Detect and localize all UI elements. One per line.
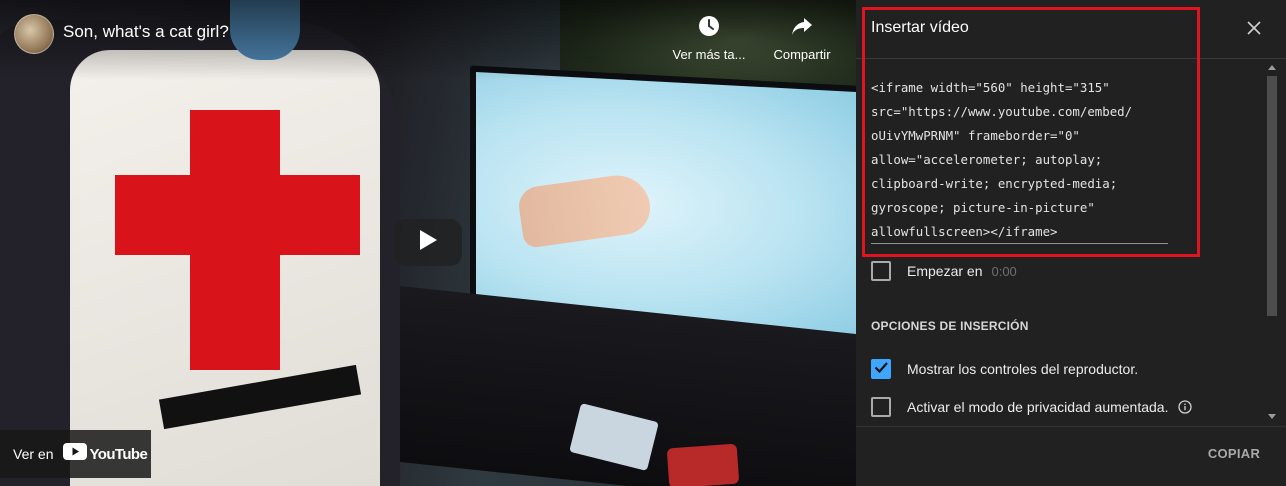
start-at-time-input[interactable]: 0:00 xyxy=(991,264,1016,279)
share-label: Compartir xyxy=(773,47,831,62)
privacy-mode-option: Activar el modo de privacidad aumentada. xyxy=(871,397,1193,417)
header-divider xyxy=(856,58,1286,59)
play-icon xyxy=(418,229,438,256)
youtube-play-icon xyxy=(63,443,88,465)
play-button[interactable] xyxy=(394,219,462,266)
video-player[interactable]: Son, what's a cat girl? Ver más ta... Co… xyxy=(0,0,856,486)
close-button[interactable] xyxy=(1240,16,1268,44)
scrollbar-thumb[interactable] xyxy=(1267,76,1277,316)
player-controls-checkbox[interactable] xyxy=(871,359,891,379)
youtube-wordmark: YouTube xyxy=(89,445,148,463)
player-controls-label: Mostrar los controles del reproductor. xyxy=(907,361,1139,377)
watch-on-youtube-button[interactable]: Ver en YouTube xyxy=(0,430,151,478)
watch-on-label: Ver en xyxy=(13,446,54,462)
info-icon[interactable] xyxy=(1178,400,1193,414)
watch-later-button[interactable]: Ver más ta... xyxy=(664,14,754,62)
embed-video-panel: Insertar vídeo <iframe width="560" heigh… xyxy=(856,0,1286,486)
scroll-down-arrow-icon[interactable] xyxy=(1265,410,1279,424)
video-frame-package xyxy=(666,443,740,486)
close-icon xyxy=(1246,20,1262,41)
watch-later-label: Ver más ta... xyxy=(672,47,746,62)
clock-icon xyxy=(697,14,721,43)
share-button[interactable]: Compartir xyxy=(757,14,847,62)
footer-divider xyxy=(856,426,1286,427)
video-frame-red-cross xyxy=(115,175,360,255)
channel-avatar[interactable] xyxy=(14,14,54,54)
video-title[interactable]: Son, what's a cat girl? xyxy=(63,22,229,42)
scroll-up-arrow-icon[interactable] xyxy=(1265,60,1279,74)
checkmark-icon xyxy=(873,359,889,380)
privacy-mode-label: Activar el modo de privacidad aumentada. xyxy=(907,399,1169,415)
embed-code-underline xyxy=(871,243,1168,244)
share-arrow-icon xyxy=(790,14,814,43)
privacy-mode-checkbox[interactable] xyxy=(871,397,891,417)
start-at-label: Empezar en xyxy=(907,263,983,279)
embed-options-heading: OPCIONES DE INSERCIÓN xyxy=(871,319,1029,333)
embed-code-textarea[interactable]: <iframe width="560" height="315" src="ht… xyxy=(871,76,1169,242)
start-at-option: Empezar en 0:00 xyxy=(871,261,1017,281)
panel-title: Insertar vídeo xyxy=(871,19,969,36)
copy-button[interactable]: COPIAR xyxy=(1194,440,1274,466)
player-controls-option: Mostrar los controles del reproductor. xyxy=(871,359,1138,379)
youtube-logo: YouTube xyxy=(63,443,148,465)
panel-scrollbar[interactable] xyxy=(1265,60,1279,426)
start-at-checkbox[interactable] xyxy=(871,261,891,281)
